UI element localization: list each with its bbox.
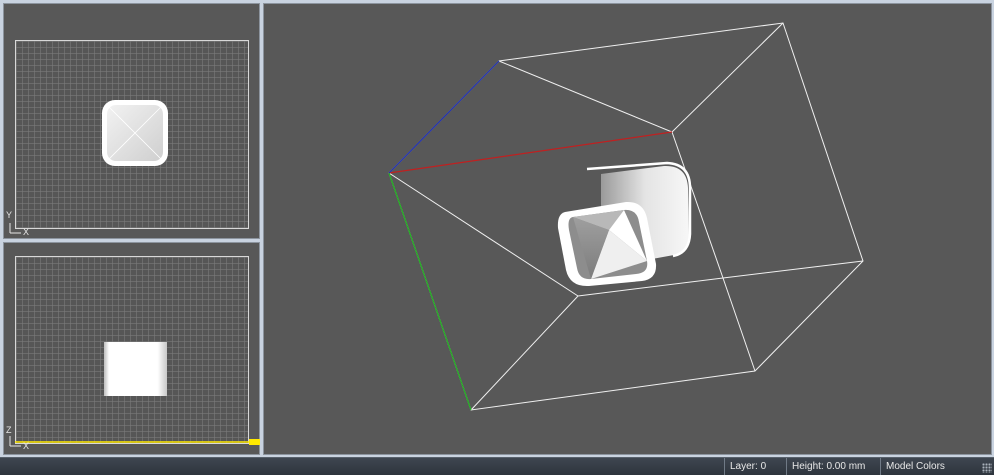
floor-marker-icon (249, 439, 260, 445)
top-view-y-axis-label: Y (6, 210, 13, 220)
perspective-view-canvas (388, 22, 864, 411)
status-layer: Layer: 0 (724, 458, 786, 475)
status-height: Height: 0.00 mm (786, 458, 880, 475)
front-view-canvas (9, 342, 260, 447)
front-view-x-axis-label: X (23, 441, 30, 451)
slicer-window: Y X Z X Layer: 0 Height: 0.00 mm Model C… (0, 0, 994, 475)
axis-triad-icon (9, 223, 21, 234)
status-color-mode[interactable]: Model Colors (880, 458, 978, 475)
top-view-model[interactable] (102, 100, 168, 166)
front-view-z-axis-label: Z (6, 425, 12, 435)
y-axis-line (388, 172, 472, 411)
status-bar: Layer: 0 Height: 0.00 mm Model Colors (0, 457, 994, 475)
perspective-view-viewport[interactable] (263, 3, 992, 455)
resize-grip-icon[interactable] (982, 463, 992, 473)
top-view-viewport[interactable]: Y X (3, 3, 260, 239)
top-view-canvas (9, 100, 168, 234)
axis-triad-icon (9, 436, 21, 447)
top-view-x-axis-label: X (23, 227, 30, 237)
perspective-view-model[interactable] (557, 161, 692, 287)
front-view-viewport[interactable]: Z X (3, 242, 260, 455)
z-axis-line (388, 60, 500, 174)
front-view-model[interactable] (104, 342, 167, 396)
